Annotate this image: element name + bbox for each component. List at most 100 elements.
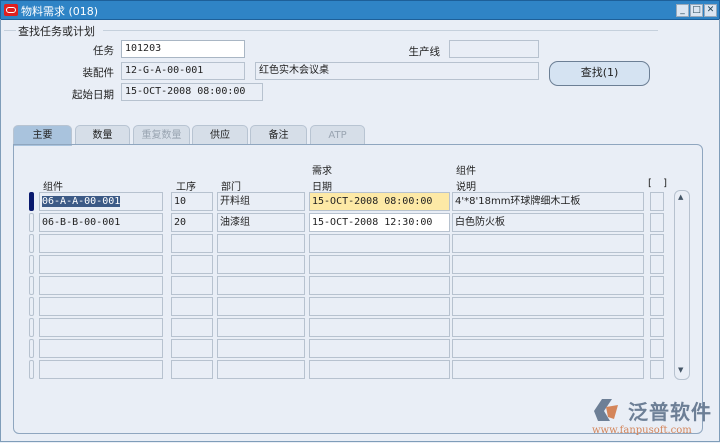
- line-label: 生产线: [408, 46, 441, 58]
- cell-flex[interactable]: [650, 192, 664, 211]
- tab-quantity[interactable]: 数量: [75, 125, 130, 145]
- cell-desc[interactable]: [452, 234, 644, 253]
- cell-component[interactable]: [39, 339, 163, 358]
- cell-date[interactable]: [309, 360, 450, 379]
- tab-supply[interactable]: 供应: [192, 125, 248, 145]
- cell-date[interactable]: [309, 234, 450, 253]
- scroll-down-icon[interactable]: ▼: [678, 366, 683, 374]
- header-date: 日期: [312, 182, 332, 193]
- find-button[interactable]: 查找(1): [549, 61, 650, 86]
- header-desc-top: 组件: [456, 166, 476, 177]
- cell-flex[interactable]: [650, 318, 664, 337]
- cell-date[interactable]: [309, 255, 450, 274]
- window-title: 物料需求 (018): [21, 5, 99, 18]
- cell-op[interactable]: [171, 339, 213, 358]
- row-marker[interactable]: [29, 276, 34, 295]
- header-operation: 工序: [176, 182, 196, 193]
- cell-component[interactable]: [39, 255, 163, 274]
- line-input[interactable]: [449, 40, 539, 58]
- section-title: 查找任务或计划: [18, 25, 95, 38]
- cell-desc[interactable]: [452, 339, 644, 358]
- row-marker[interactable]: [29, 255, 34, 274]
- scroll-up-icon[interactable]: ▲: [678, 193, 683, 201]
- cell-flex[interactable]: [650, 255, 664, 274]
- header-flex: [ ]: [648, 178, 671, 189]
- cell-component[interactable]: [39, 360, 163, 379]
- cell-desc[interactable]: [452, 297, 644, 316]
- cell-op[interactable]: 20: [171, 213, 213, 232]
- divider: [4, 30, 16, 31]
- cell-dept[interactable]: [217, 339, 305, 358]
- header-component: 组件: [43, 182, 63, 193]
- row-marker[interactable]: [29, 213, 34, 232]
- cell-date[interactable]: [309, 339, 450, 358]
- divider: [103, 30, 658, 31]
- watermark-url: www.fanpusoft.com: [592, 425, 692, 436]
- header-description: 说明: [456, 182, 476, 193]
- row-marker[interactable]: [29, 234, 34, 253]
- cell-flex[interactable]: [650, 213, 664, 232]
- row-marker[interactable]: [29, 339, 34, 358]
- cell-component[interactable]: 06-B-B-00-001: [39, 213, 163, 232]
- assembly-description: 红色实木会议桌: [255, 62, 539, 80]
- cell-desc[interactable]: [452, 318, 644, 337]
- tab-notes[interactable]: 备注: [250, 125, 307, 145]
- tab-main[interactable]: 主要: [13, 125, 72, 146]
- cell-op[interactable]: [171, 360, 213, 379]
- cell-op[interactable]: [171, 234, 213, 253]
- cell-op[interactable]: [171, 255, 213, 274]
- cell-dept[interactable]: [217, 318, 305, 337]
- maximize-button[interactable]: □: [690, 4, 703, 17]
- cell-dept[interactable]: [217, 297, 305, 316]
- close-button[interactable]: ✕: [704, 4, 717, 17]
- cell-flex[interactable]: [650, 276, 664, 295]
- cell-flex[interactable]: [650, 339, 664, 358]
- cell-dept[interactable]: [217, 276, 305, 295]
- cell-date[interactable]: [309, 297, 450, 316]
- row-marker[interactable]: [29, 318, 34, 337]
- cell-component[interactable]: [39, 297, 163, 316]
- assembly-input[interactable]: 12-G-A-00-001: [121, 62, 245, 80]
- oracle-logo-icon: [4, 4, 18, 16]
- cell-component[interactable]: [39, 318, 163, 337]
- cell-date[interactable]: [309, 276, 450, 295]
- cell-desc[interactable]: [452, 360, 644, 379]
- minimize-button[interactable]: _: [676, 4, 689, 17]
- row-marker[interactable]: [29, 360, 34, 379]
- tab-atp: ATP: [310, 125, 365, 145]
- cell-date[interactable]: 15-OCT-2008 12:30:00: [309, 213, 450, 232]
- cell-dept[interactable]: 油漆组: [217, 213, 305, 232]
- cell-flex[interactable]: [650, 297, 664, 316]
- cell-desc[interactable]: 4'*8'18mm环球牌细木工板: [452, 192, 644, 211]
- title-bar: 物料需求 (018) _ □ ✕: [0, 0, 720, 20]
- cell-date[interactable]: [309, 318, 450, 337]
- row-marker[interactable]: [29, 297, 34, 316]
- cell-component[interactable]: [39, 276, 163, 295]
- selected-text: 06-A-A-00-001: [42, 196, 121, 207]
- task-input[interactable]: 101203: [121, 40, 245, 58]
- cell-op[interactable]: 10: [171, 192, 213, 211]
- cell-dept[interactable]: [217, 255, 305, 274]
- cell-component[interactable]: [39, 234, 163, 253]
- start-date-input[interactable]: 15-OCT-2008 08:00:00: [121, 83, 263, 101]
- cell-date[interactable]: 15-OCT-2008 08:00:00: [309, 192, 450, 211]
- cell-desc[interactable]: [452, 276, 644, 295]
- cell-op[interactable]: [171, 297, 213, 316]
- cell-desc[interactable]: 白色防火板: [452, 213, 644, 232]
- cell-dept[interactable]: [217, 234, 305, 253]
- task-label: 任务: [93, 45, 114, 57]
- fanpu-logo-icon: [594, 399, 618, 421]
- cell-flex[interactable]: [650, 234, 664, 253]
- tab-repetitive-quantity: 重复数量: [133, 125, 190, 145]
- cell-component[interactable]: 06-A-A-00-001: [39, 192, 163, 211]
- watermark-brand: 泛普软件: [628, 400, 712, 424]
- vertical-scrollbar[interactable]: ▲ ▼: [674, 190, 690, 380]
- cell-op[interactable]: [171, 318, 213, 337]
- assembly-label: 装配件: [82, 67, 115, 79]
- cell-desc[interactable]: [452, 255, 644, 274]
- cell-flex[interactable]: [650, 360, 664, 379]
- cell-dept[interactable]: 开料组: [217, 192, 305, 211]
- row-marker[interactable]: [29, 192, 34, 211]
- cell-op[interactable]: [171, 276, 213, 295]
- cell-dept[interactable]: [217, 360, 305, 379]
